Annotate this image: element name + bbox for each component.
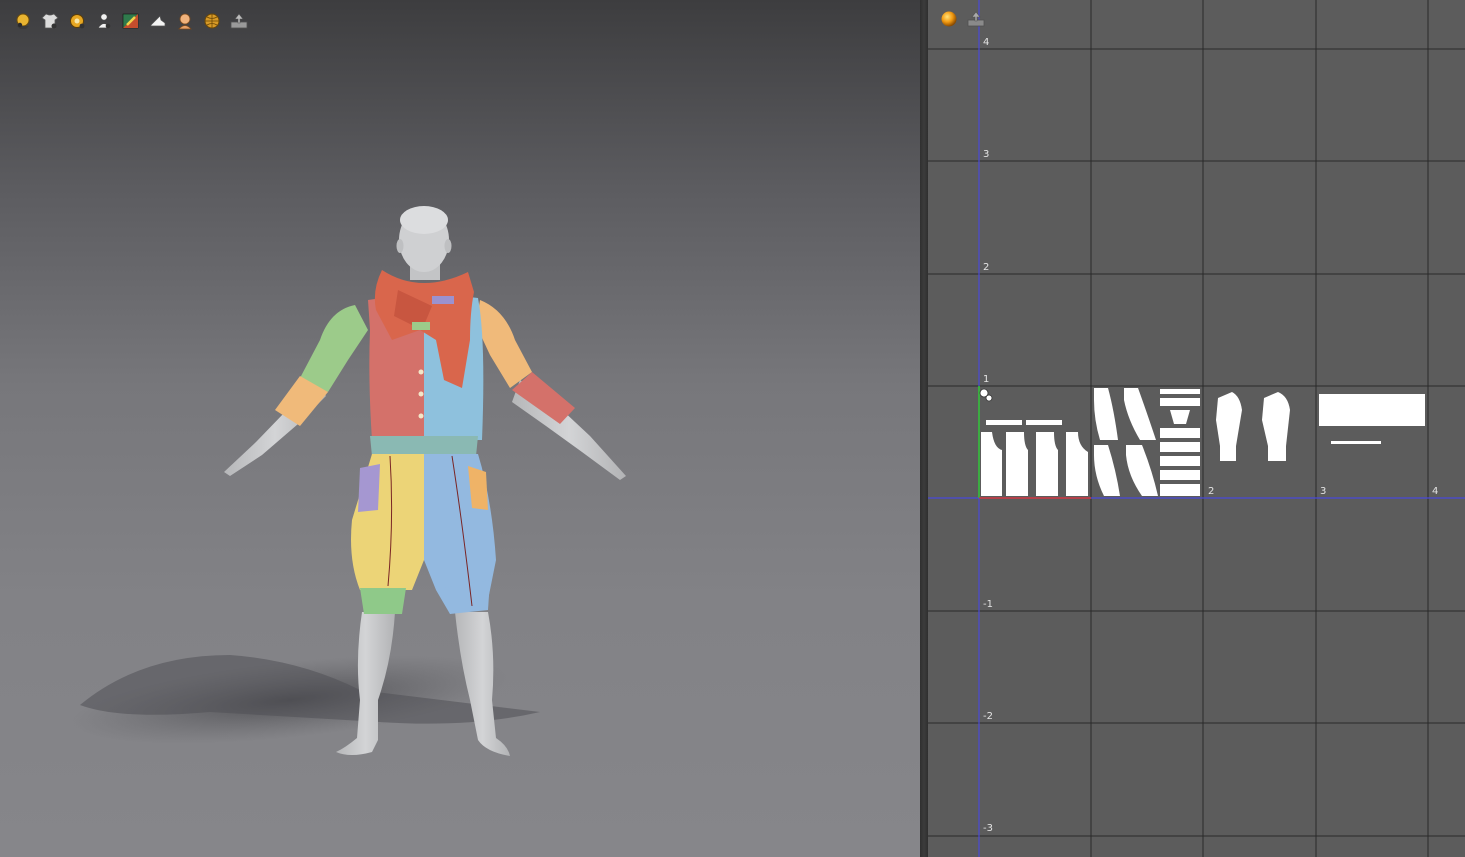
app-window: 4 3 2 1 -1 -2 -3 2 3 4 <box>0 0 1465 857</box>
garment[interactable] <box>275 270 575 614</box>
3d-viewport[interactable] <box>0 0 920 857</box>
y-axis-label: 1 <box>983 374 989 385</box>
uv-export-button[interactable] <box>964 7 987 30</box>
uv-piece-shirt[interactable] <box>981 420 1088 496</box>
y-axis-label: 2 <box>983 262 989 273</box>
material-sphere-button[interactable] <box>937 7 960 30</box>
uv-pivot-handle[interactable] <box>979 388 993 402</box>
2d-viewport-toolbar <box>937 7 987 30</box>
y-axis-label: 3 <box>983 149 989 160</box>
uv-grid[interactable]: 4 3 2 1 -1 -2 -3 2 3 4 <box>928 0 1465 857</box>
x-axis-label: 4 <box>1432 486 1438 497</box>
x-axis-label: 3 <box>1320 486 1326 497</box>
x-axis-label: 2 <box>1208 486 1214 497</box>
export-icon <box>967 11 984 26</box>
uv-piece-sleeves[interactable] <box>1094 388 1200 496</box>
y-axis-label: -1 <box>983 599 993 610</box>
uv-piece-pants[interactable] <box>1216 392 1290 461</box>
y-axis-label: -3 <box>983 823 993 834</box>
material-sphere-icon <box>941 11 956 26</box>
y-axis-label: 4 <box>983 37 989 48</box>
uv-piece-scarf[interactable] <box>1319 394 1425 444</box>
viewport-splitter[interactable] <box>920 0 928 857</box>
2d-uv-viewport[interactable]: 4 3 2 1 -1 -2 -3 2 3 4 <box>928 0 1465 857</box>
y-axis-label: -2 <box>983 711 993 722</box>
avatar-scene[interactable] <box>0 0 920 857</box>
